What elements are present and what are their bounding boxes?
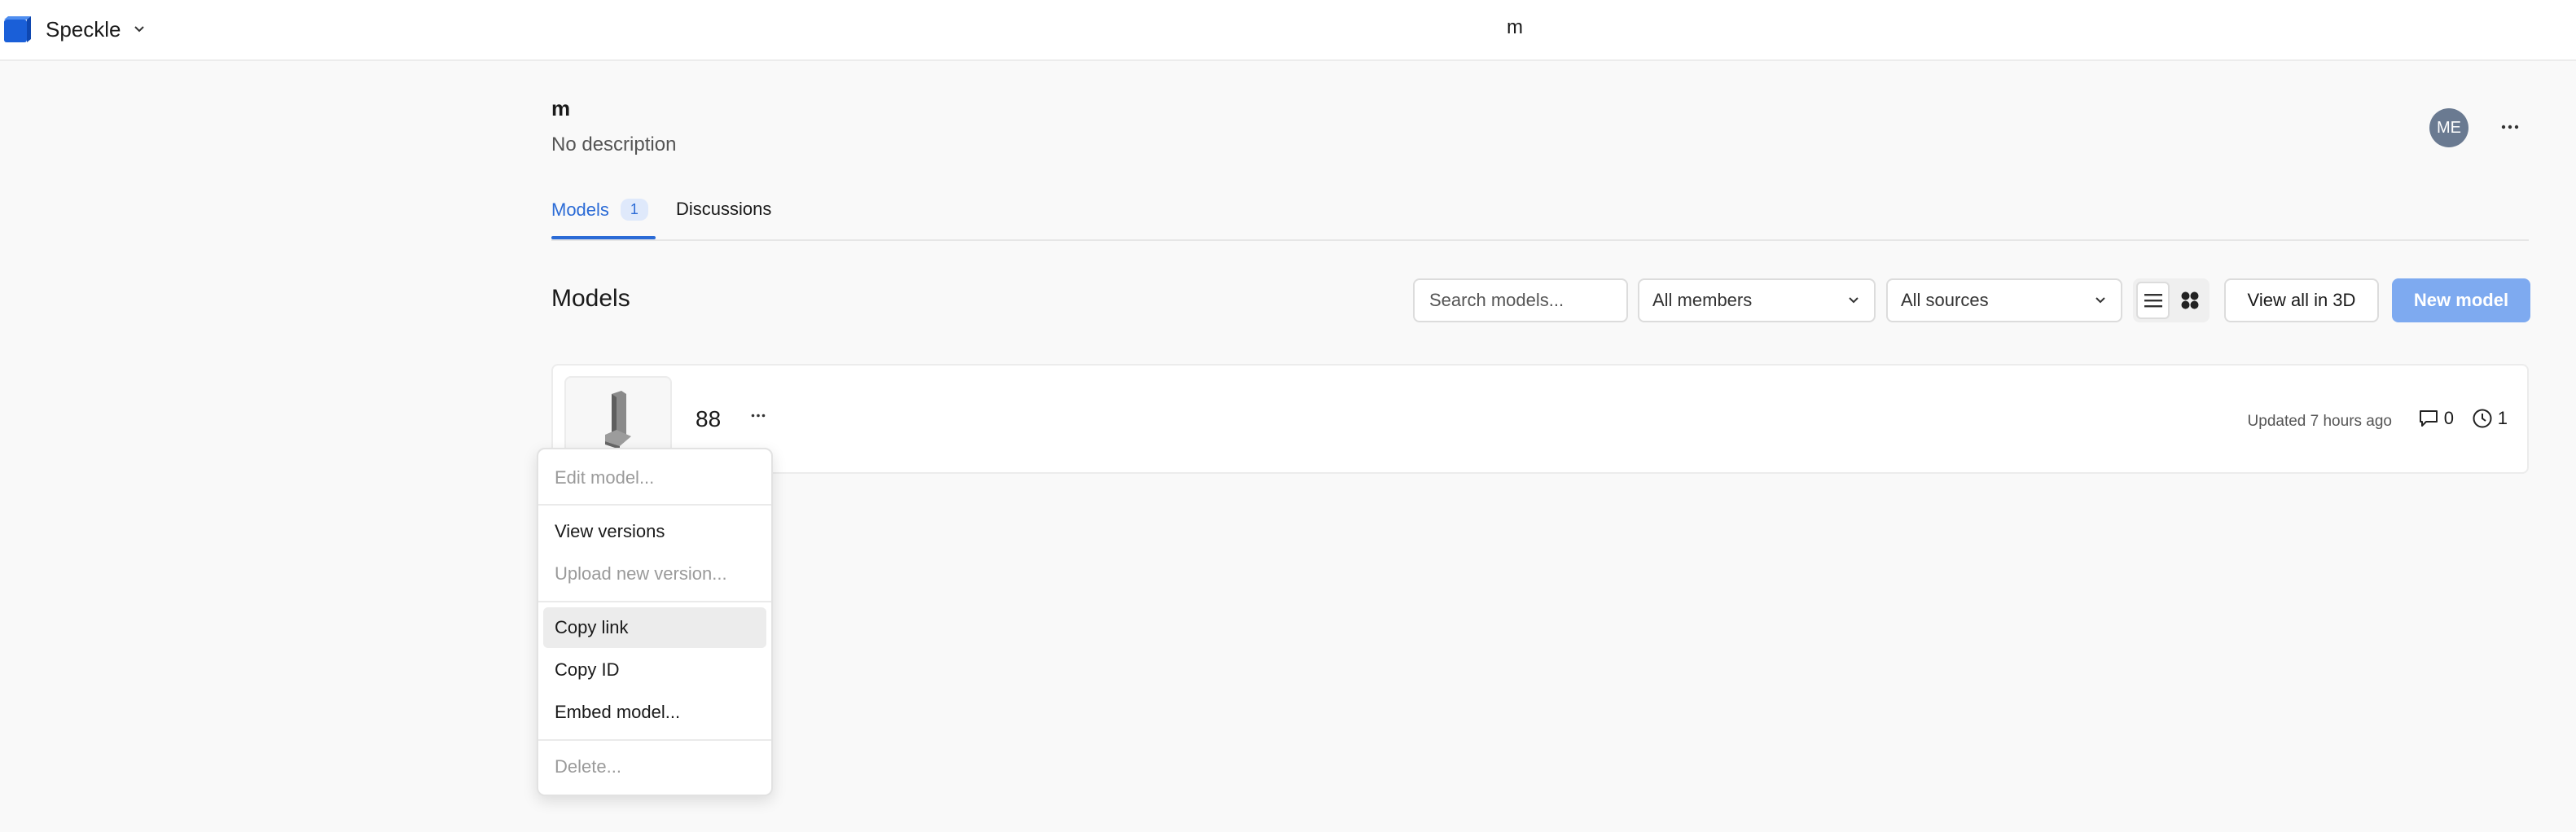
model-name: 88	[696, 406, 722, 431]
clock-icon	[2473, 409, 2492, 428]
comment-icon	[2419, 410, 2438, 427]
project-tabs: Models 1 Discussions	[551, 189, 2529, 241]
menu-item-view-versions[interactable]: View versions	[543, 511, 766, 552]
view-all-in-3d-button[interactable]: View all in 3D	[2224, 278, 2379, 322]
tab-models[interactable]: Models 1	[551, 199, 648, 221]
model-context-menu: Edit model... View versions Upload new v…	[537, 448, 773, 796]
tab-models-label: Models	[551, 199, 609, 220]
new-model-button[interactable]: New model	[2392, 278, 2530, 322]
active-tab-indicator	[551, 236, 656, 239]
menu-divider	[538, 504, 771, 506]
model-versions-count: 1	[2472, 408, 2508, 429]
menu-item-edit-model: Edit model...	[555, 467, 655, 488]
menu-item-copy-link[interactable]: Copy link	[543, 607, 766, 648]
avatar[interactable]: ME	[2429, 108, 2468, 147]
members-filter-value: All members	[1652, 290, 1753, 310]
view-toggle	[2133, 278, 2210, 322]
more-horizontal-icon	[751, 414, 766, 417]
menu-item-embed-model[interactable]: Embed model...	[543, 692, 766, 733]
model-comments-count: 0	[2418, 408, 2454, 429]
list-icon	[2144, 294, 2162, 308]
search-models-input[interactable]	[1413, 278, 1628, 322]
page-title: m	[1507, 16, 1523, 38]
versions-count: 1	[2497, 408, 2508, 428]
models-count-badge: 1	[620, 199, 648, 221]
chevron-down-icon	[2095, 297, 2105, 304]
model-card[interactable]: 88 Updated 7 hours ago 0 1	[551, 364, 2529, 474]
project-title: m	[551, 96, 571, 120]
grid-icon	[2181, 291, 2198, 309]
models-heading: Models	[551, 285, 630, 312]
tab-discussions[interactable]: Discussions	[676, 199, 771, 220]
menu-item-copy-id[interactable]: Copy ID	[543, 650, 766, 690]
brand-name: Speckle	[46, 16, 121, 42]
list-view-button[interactable]	[2136, 282, 2170, 319]
comments-count: 0	[2443, 408, 2454, 428]
tab-discussions-label: Discussions	[676, 199, 772, 219]
model-updated-time: Updated 7 hours ago	[2247, 413, 2392, 430]
chevron-down-icon	[1849, 297, 1858, 304]
workspace-switcher[interactable]: Speckle	[3, 11, 147, 47]
model-preview-image	[605, 391, 631, 449]
project-description: No description	[551, 134, 677, 155]
menu-divider	[538, 739, 771, 741]
members-filter-select[interactable]: All members	[1638, 278, 1876, 322]
sources-filter-select[interactable]: All sources	[1886, 278, 2122, 322]
top-bar: Speckle m	[0, 0, 2576, 61]
project-more-button[interactable]	[2492, 111, 2528, 143]
speckle-logo-icon	[4, 16, 31, 42]
menu-item-delete: Delete...	[555, 756, 621, 777]
chevron-down-icon	[134, 26, 144, 33]
menu-item-upload-version: Upload new version...	[555, 563, 727, 584]
sources-filter-value: All sources	[1901, 290, 1989, 310]
more-horizontal-icon	[2501, 125, 2519, 129]
model-actions-button[interactable]	[740, 403, 776, 427]
menu-divider	[538, 601, 771, 602]
grid-view-button[interactable]	[2173, 282, 2206, 319]
